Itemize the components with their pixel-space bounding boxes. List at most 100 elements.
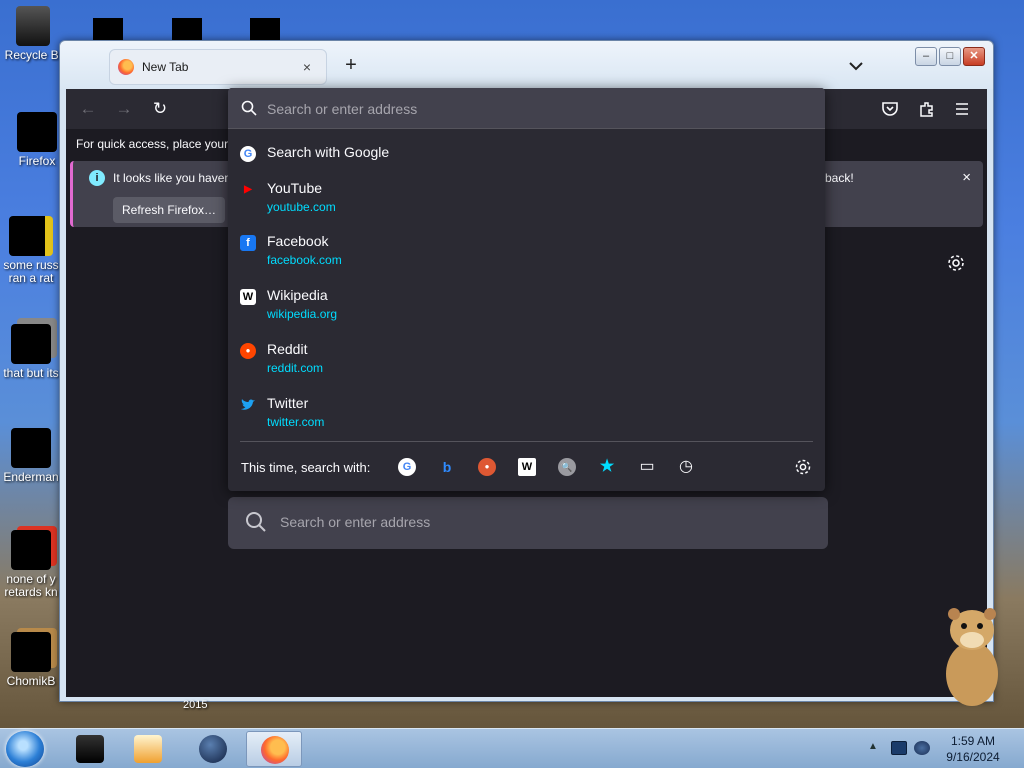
desktop-icon-label: Recycle Bi: [4, 48, 62, 62]
desktop-year-label: 2015: [183, 699, 208, 711]
desktop-icon-file-3[interactable]: Enderman: [0, 428, 62, 484]
desktop-icon-label: ChomikB: [6, 674, 56, 688]
oneoff-search-label: This time, search with:: [241, 460, 371, 475]
result-url: wikipedia.org: [267, 307, 338, 321]
file-icon: [11, 428, 51, 468]
start-button[interactable]: [6, 731, 44, 767]
youtube-icon: ▶: [244, 184, 252, 195]
twitter-icon: [241, 399, 255, 410]
desktop-icon-label: none of y retards kn: [4, 572, 58, 599]
extensions-icon[interactable]: [918, 100, 936, 118]
result-title: Search with Google: [267, 144, 390, 160]
result-facebook[interactable]: f Facebook facebook.com: [240, 233, 813, 269]
result-url: reddit.com: [267, 361, 324, 375]
google-icon[interactable]: G: [398, 458, 416, 476]
firefox-icon: [17, 112, 57, 152]
redacted-block: [93, 18, 123, 42]
show-hidden-icons-button[interactable]: ▲: [868, 741, 878, 752]
taskbar-item-firefox[interactable]: [246, 731, 302, 767]
firefox-icon: [261, 736, 289, 764]
window-controls: – □ ✕: [915, 47, 985, 66]
notification-text: It looks like you haven: [113, 171, 232, 185]
redacted-block: [172, 18, 202, 42]
result-title: Reddit: [267, 341, 308, 357]
file-icon: [9, 216, 53, 256]
taskbar: ▲ 1:59 AM 9/16/2024: [0, 728, 1024, 768]
divider: [240, 441, 813, 442]
desktop-icon-label: that but its: [3, 366, 59, 380]
wikipedia-icon[interactable]: W: [518, 458, 536, 476]
desktop-icon-chomik[interactable]: ChomikB: [0, 632, 62, 688]
taskbar-item-media-player[interactable]: [120, 731, 176, 767]
volume-icon[interactable]: [914, 741, 930, 755]
file-icon: [11, 324, 51, 364]
bing-icon[interactable]: b: [438, 458, 456, 476]
desktop-icon-file-2[interactable]: that but its: [0, 324, 62, 380]
history-icon[interactable]: ◷: [677, 458, 695, 476]
result-url: facebook.com: [267, 253, 342, 267]
google-icon: G: [240, 146, 256, 162]
urlbar-input[interactable]: Search or enter address: [228, 88, 825, 128]
result-twitter[interactable]: Twitter twitter.com: [240, 395, 813, 431]
forward-button[interactable]: →: [114, 99, 134, 119]
result-reddit[interactable]: ● Reddit reddit.com: [240, 341, 813, 377]
info-icon: i: [89, 170, 105, 186]
bookmarks-toolbar-hint: For quick access, place your b: [76, 137, 239, 151]
result-wikipedia[interactable]: W Wikipedia wikipedia.org: [240, 287, 813, 323]
reload-button[interactable]: ↻: [150, 99, 170, 119]
wikipedia-icon: W: [240, 289, 256, 305]
desktop-icon-file-1[interactable]: some russ ran a rat: [0, 216, 62, 285]
gear-icon[interactable]: [946, 253, 966, 273]
desktop-icon-file-4[interactable]: none of y retards kn: [0, 530, 62, 599]
file-icon: [11, 530, 51, 570]
desktop-icon-label: some russ ran a rat: [3, 258, 59, 285]
pocket-icon[interactable]: [881, 100, 899, 118]
tab-title: New Tab: [142, 60, 189, 74]
divider: [228, 128, 825, 129]
tab-close-button[interactable]: ×: [298, 58, 316, 76]
terminal-icon: [76, 735, 104, 763]
facebook-icon: f: [240, 235, 256, 251]
result-url: twitter.com: [267, 415, 325, 429]
reddit-icon: ●: [240, 343, 256, 359]
duckduckgo-icon[interactable]: ●: [478, 458, 496, 476]
newtab-search-field[interactable]: Search or enter address: [228, 497, 828, 549]
search-icon: [241, 100, 257, 116]
menu-icon[interactable]: [954, 101, 970, 117]
urlbar-placeholder: Search or enter address: [267, 101, 418, 117]
globe-icon: [199, 735, 227, 763]
clock-time: 1:59 AM: [950, 734, 996, 748]
gear-icon[interactable]: [794, 458, 812, 476]
tabs-icon[interactable]: ▭: [638, 458, 656, 476]
desktop-icon-label: Enderman: [3, 470, 59, 484]
tab-strip: New Tab × + – □ ✕: [60, 41, 993, 89]
minimize-button[interactable]: –: [915, 47, 937, 66]
search-engine-icon[interactable]: 🔍: [558, 458, 576, 476]
notification-text-end: back!: [825, 171, 854, 185]
network-icon[interactable]: [891, 741, 907, 755]
desktop-icon-recycle-bin[interactable]: Recycle Bi: [2, 6, 64, 62]
taskbar-item-app-3[interactable]: [185, 731, 241, 767]
maximize-button[interactable]: □: [939, 47, 961, 66]
recycle-bin-icon: [16, 6, 50, 46]
result-title: Facebook: [267, 233, 329, 249]
result-title: YouTube: [267, 180, 323, 196]
bookmarks-star-icon[interactable]: ★: [598, 458, 616, 476]
notification-close-button[interactable]: ×: [962, 169, 971, 186]
desktop-icon-label: Firefox: [18, 154, 56, 168]
new-tab-button[interactable]: +: [340, 55, 362, 77]
desktop-icon-firefox[interactable]: Firefox: [8, 112, 66, 168]
chevron-down-icon: [849, 62, 863, 71]
firefox-icon: [118, 59, 134, 75]
tab-new-tab[interactable]: New Tab ×: [109, 49, 327, 85]
list-all-tabs-button[interactable]: [846, 57, 866, 75]
close-window-button[interactable]: ✕: [963, 47, 985, 66]
taskbar-clock[interactable]: 1:59 AM 9/16/2024: [940, 733, 1006, 765]
newtab-search-placeholder: Search or enter address: [280, 514, 431, 530]
result-youtube[interactable]: ▶ YouTube youtube.com: [240, 180, 813, 216]
back-button[interactable]: ←: [78, 99, 98, 119]
refresh-firefox-button[interactable]: Refresh Firefox…: [113, 197, 225, 223]
hamster-sticker: [946, 608, 998, 706]
taskbar-item-app-1[interactable]: [62, 731, 118, 767]
clock-date: 9/16/2024: [946, 750, 1000, 764]
